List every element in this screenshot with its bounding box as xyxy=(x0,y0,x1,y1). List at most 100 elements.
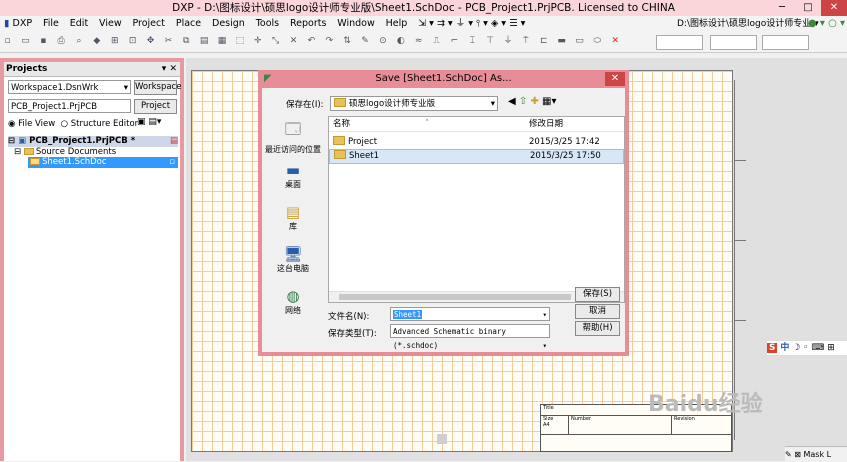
place-desktop[interactable]: ▬ 桌面 xyxy=(262,161,324,203)
nav-forward-icon[interactable]: ● ▾ ○ ▾ xyxy=(808,17,845,31)
toolbar-combo-2[interactable] xyxy=(710,35,757,50)
library-icon: ▤ xyxy=(285,203,301,221)
print-icon[interactable]: ⎙ xyxy=(55,35,68,48)
move-icon[interactable]: ✛ xyxy=(251,35,264,48)
menu-tools[interactable]: Tools xyxy=(252,16,283,32)
new-icon[interactable]: ▫ xyxy=(1,35,14,48)
sheet-entry-icon[interactable]: ▭ xyxy=(573,35,586,48)
bus-icon[interactable]: ⎍ xyxy=(430,35,443,48)
file-row[interactable]: Sheet1 2015/3/25 17:50 xyxy=(329,149,624,164)
save-in-combo[interactable]: 硕思logo设计师专业版 ▾ xyxy=(330,96,498,111)
copy-icon[interactable]: ⧉ xyxy=(180,35,193,48)
up-folder-icon[interactable]: ⇧ xyxy=(519,96,527,107)
paste-icon[interactable]: ▤ xyxy=(198,35,211,48)
browse-icon[interactable]: ⊙ xyxy=(376,35,389,48)
ime-tools-icon[interactable]: ☽ ◦ ⌨ ⊞ xyxy=(792,343,835,353)
undo-icon[interactable]: ↶ xyxy=(305,35,318,48)
filetype-select[interactable]: Advanced Schematic binary (*.schdoc) ▾ xyxy=(390,324,550,350)
menu-reports[interactable]: Reports xyxy=(286,16,330,32)
save-icon[interactable]: ▪ xyxy=(37,35,50,48)
select-area-icon[interactable]: ⬚ xyxy=(233,35,246,48)
file-view-radio[interactable]: ◉ File View xyxy=(8,119,55,129)
redo-icon[interactable]: ↷ xyxy=(323,35,336,48)
bus-entry-icon[interactable]: ⌐ xyxy=(448,35,461,48)
deselect-icon[interactable]: ⤡ xyxy=(269,35,282,48)
toolbar-combo-1[interactable] xyxy=(656,35,703,50)
zoom-fit-icon[interactable]: ✥ xyxy=(144,35,157,48)
menu-place[interactable]: Place xyxy=(172,16,205,32)
workspace-button[interactable]: Workspace xyxy=(134,80,181,95)
menu-view[interactable]: View xyxy=(95,16,126,32)
tree-project-node[interactable]: ⊟ ▣ 硕思logo设计师专业版PCB_Project1.PrjPCB * ▤ xyxy=(8,136,178,147)
file-list[interactable]: 名称 ˄ 修改日期 Project 2015/3/25 17:42 Sheet1… xyxy=(328,116,625,303)
menu-project[interactable]: Project xyxy=(128,16,169,32)
vcc-icon[interactable]: ⍑ xyxy=(519,35,532,48)
back-icon[interactable]: ◀ xyxy=(508,96,516,107)
structure-editor-radio[interactable]: ○ Structure Editor xyxy=(61,119,139,129)
mask-level-label[interactable]: Mask L xyxy=(804,450,832,459)
collapse-icon[interactable]: ⊟ xyxy=(14,147,21,157)
hierarchy-icon[interactable]: ⇅ xyxy=(341,35,354,48)
panel-menu-icon[interactable]: ▾ ✕ xyxy=(162,62,177,76)
menu-design[interactable]: Design xyxy=(208,16,249,32)
menu-file[interactable]: File xyxy=(39,16,63,32)
place-network[interactable]: ◍ 网络 xyxy=(262,287,324,329)
save-button[interactable]: 保存(S) xyxy=(575,287,620,302)
print-preview-icon[interactable]: ⌕ xyxy=(73,35,86,48)
menu-dxp[interactable]: ▮ DXP xyxy=(0,16,36,32)
rubber-stamp-icon[interactable]: ▦ xyxy=(216,35,229,48)
menu-window[interactable]: Window xyxy=(333,16,378,32)
power-port-icon[interactable]: ⊤ xyxy=(484,35,497,48)
ground-icon[interactable]: ⏚ xyxy=(502,35,515,48)
toolbar-combo-3[interactable] xyxy=(762,35,809,50)
column-date[interactable]: 修改日期 xyxy=(529,117,563,131)
cancel-button[interactable]: 取消 xyxy=(575,304,620,319)
collapse-icon[interactable]: ⊟ xyxy=(8,136,15,146)
tree-folder-node[interactable]: ⊟ Source Documents xyxy=(8,147,178,157)
ime-language[interactable]: 中 xyxy=(780,343,789,353)
tree-document-node[interactable]: Sheet1.SchDoc ▫ xyxy=(28,157,178,168)
zoom-area-icon[interactable]: ⊡ xyxy=(126,35,139,48)
project-button[interactable]: Project xyxy=(134,99,177,114)
project-field[interactable]: PCB_Project1.PrjPCB xyxy=(8,99,131,113)
pen-icon[interactable]: ✎ xyxy=(785,450,792,459)
wire-icon[interactable]: ≈ xyxy=(412,35,425,48)
close-button[interactable]: ✕ xyxy=(821,0,847,16)
sheet-symbol-icon[interactable]: ▬ xyxy=(555,35,568,48)
component-icon[interactable]: ✎ xyxy=(359,35,372,48)
net-label-icon[interactable]: ⌶ xyxy=(466,35,479,48)
menu-edit[interactable]: Edit xyxy=(66,16,92,32)
place-library[interactable]: ▤ 库 xyxy=(262,203,324,245)
zoom-icon[interactable]: ⊞ xyxy=(108,35,121,48)
port-icon[interactable]: ⬭ xyxy=(591,35,604,48)
pdf-icon: ▤ xyxy=(169,136,178,146)
view-menu-icon[interactable]: ▦▾ xyxy=(542,96,556,107)
clear-icon[interactable]: ⊠ xyxy=(794,450,801,459)
column-name[interactable]: 名称 xyxy=(333,117,350,131)
panel-tools-icon[interactable]: ▣ ▤▾ xyxy=(137,117,161,127)
workspace-combo[interactable]: Workspace1.DsnWrk ▾ xyxy=(8,80,131,94)
clear-filter-icon[interactable]: ✕ xyxy=(287,35,300,48)
part-icon[interactable]: ⊏ xyxy=(537,35,550,48)
wiring-tools-icon[interactable]: ⇲ ▾ ⇉ ▾ ⏚ ▾ ⫯ ▾ ◈ ▾ ☰ ▾ xyxy=(414,16,529,32)
no-erc-icon[interactable]: ✕ xyxy=(609,35,622,48)
minimize-button[interactable]: ─ xyxy=(769,0,795,16)
help-button[interactable]: 帮助(H) xyxy=(575,321,620,336)
sogou-icon[interactable]: S xyxy=(767,343,778,353)
file-row[interactable]: Project 2015/3/25 17:42 xyxy=(329,136,624,149)
maximize-button[interactable]: □ xyxy=(795,0,821,16)
dialog-close-button[interactable]: ✕ xyxy=(605,72,625,86)
help-bubble-icon[interactable]: ◐ xyxy=(394,35,407,48)
menu-help[interactable]: Help xyxy=(382,16,412,32)
canvas-scroll-thumb[interactable] xyxy=(437,434,447,444)
place-recent[interactable]: 🗔 最近访问的位置 xyxy=(262,119,324,161)
ime-toolbar[interactable]: S 中 ☽ ◦ ⌨ ⊞ xyxy=(766,340,847,356)
place-this-pc[interactable]: 🖥 这台电脑 xyxy=(262,245,324,287)
scrollbar-thumb[interactable] xyxy=(339,294,571,300)
open-icon[interactable]: ▭ xyxy=(19,35,32,48)
filename-input[interactable]: Sheet1 ▾ xyxy=(390,307,550,321)
layers-icon[interactable]: ◆ xyxy=(90,35,103,48)
path-combo[interactable]: D:\图标设计\硕思logo设计师专业 ▾ xyxy=(677,17,819,31)
new-folder-icon[interactable]: ✚ xyxy=(530,96,538,107)
cut-icon[interactable]: ✂ xyxy=(162,35,175,48)
